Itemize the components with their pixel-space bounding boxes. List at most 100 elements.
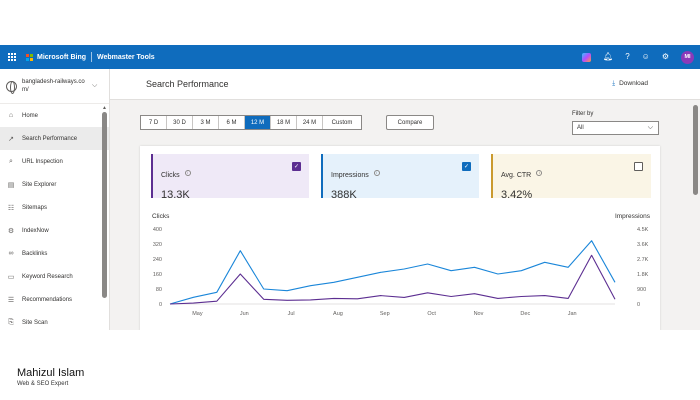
x-tick-label: Jul [288,311,295,317]
sidebar-item-label: Sitemaps [22,204,48,211]
range-button-custom[interactable]: Custom [323,116,361,129]
download-button[interactable]: ⤓ Download [612,80,648,88]
main-scrollbar[interactable] [693,105,698,195]
sidebar-item-sitemaps[interactable]: ☷ Sitemaps [0,196,109,219]
page-header: Search Performance ⤓ Download [110,69,700,100]
link-icon: ∞ [8,250,14,257]
sidebar-item-site-scan[interactable]: ⎘ Site Scan [0,311,109,330]
clicks-value: 13.3K [161,189,190,201]
copilot-icon[interactable] [582,52,592,62]
range-button-7d[interactable]: 7 D [141,116,167,129]
sidebar-item-indexnow[interactable]: ⚙ IndexNow [0,219,109,242]
clicks-checkbox[interactable]: ✓ [292,162,301,171]
impressions-checkbox[interactable]: ✓ [462,162,471,171]
product-name: Webmaster Tools [97,53,155,61]
sidebar-item-label: Site Explorer [22,181,57,188]
info-icon[interactable]: i [536,169,543,176]
sidebar-item-site-explorer[interactable]: ▤ Site Explorer [0,173,109,196]
author-role: Web & SEO Expert [17,381,69,387]
right-tick-label: 3.6K [637,242,649,248]
globe-icon [6,80,17,94]
performance-card: Clicks i 13.3K ✓ Impressions i 388K ✓ Avg.… [140,146,660,330]
range-button-30d[interactable]: 30 D [167,116,193,129]
series-line-impressions [169,240,616,305]
sidebar-scroll-thumb[interactable] [102,112,107,298]
gear-icon[interactable]: ⚙ [662,53,669,61]
sidebar-item-home[interactable]: ⌂ Home [0,104,109,127]
left-tick-label: 160 [153,272,162,278]
sidebar-item-backlinks[interactable]: ∞ Backlinks [0,242,109,265]
home-icon: ⌂ [8,112,14,119]
info-icon[interactable]: i [184,169,191,176]
keyword-icon: ▭ [7,273,15,281]
sidebar-item-label: IndexNow [22,227,49,234]
x-tick-label: Jun [240,311,249,317]
x-tick-label: Aug [333,311,343,317]
chevron-down-icon: ⌵ [92,82,98,89]
sidebar-scrollbar[interactable]: ▲ [102,105,107,298]
filter-label: Filter by [572,111,594,117]
author-name: Mahizul Islam [17,367,85,379]
search-icon: ⌕ [9,157,13,165]
microsoft-logo-icon [26,53,33,61]
right-tick-label: 4.5K [637,227,649,233]
sitemap-icon: ☷ [7,204,15,212]
site-selector[interactable]: bangladesh-railways.com/ ⌵ [0,69,109,104]
x-tick-label: Jan [568,311,577,317]
avatar[interactable]: MI [681,50,694,64]
clicks-metric-card[interactable]: Clicks i 13.3K ✓ [151,154,309,201]
sidebar-item-label: Home [22,112,39,119]
smiley-icon[interactable]: ☺ [642,53,650,61]
range-button-18m[interactable]: 18 M [271,116,297,129]
impressions-label: Impressions [331,172,369,179]
top-bar: Microsoft Bing Webmaster Tools 🔔︎ ? ☺ ⚙ … [0,45,700,69]
range-button-3m[interactable]: 3 M [193,116,219,129]
compare-button[interactable]: Compare [386,115,434,130]
sidebar-nav: ⌂ Home ↗ Search Performance ⌕ URL Inspection ▤… [0,104,109,330]
recommendations-icon: ☰ [7,296,15,304]
x-tick-label: Dec [520,311,530,317]
sidebar-item-keyword-research[interactable]: ▭ Keyword Research [0,265,109,288]
main-content: Search Performance ⤓ Download 7 D 30 D3 M6… [110,69,700,330]
site-name: bangladesh-railways.com/ [22,79,85,93]
left-tick-label: 80 [156,287,162,293]
bell-icon[interactable]: 🔔︎ [603,53,613,61]
indexnow-icon: ⚙ [7,227,15,235]
impressions-metric-card[interactable]: Impressions i 388K ✓ [321,154,479,201]
download-label: Download [619,80,648,87]
date-range-group: 7 D 30 D3 M6 M 12 M 18 M 24 M Custom [140,115,362,130]
x-tick-label: May [192,311,203,317]
filter-dropdown[interactable]: All ⌵ [572,121,659,135]
range-button-6m[interactable]: 6 M [219,116,245,129]
trend-icon: ↗ [8,135,14,143]
top-actions: 🔔︎ ? ☺ ⚙ MI [582,45,694,69]
ctr-checkbox[interactable] [634,162,643,171]
sidebar-item-label: Recommendations [22,296,73,303]
info-icon[interactable]: i [373,169,380,176]
ctr-label: Avg. CTR [501,172,532,179]
left-tick-label: 400 [153,227,162,233]
scroll-up-icon[interactable]: ▲ [102,105,107,111]
site-explorer-icon: ▤ [7,181,15,189]
right-tick-label: 2.7K [637,257,649,263]
range-button-12m[interactable]: 12 M [245,116,271,129]
right-tick-label: 0 [637,302,640,308]
left-tick-label: 0 [159,302,162,308]
right-tick-label: 1.8K [637,272,649,278]
app-launcher-icon[interactable] [8,53,16,61]
range-button-24m[interactable]: 24 M [297,116,323,129]
sidebar-item-url-inspection[interactable]: ⌕ URL Inspection [0,150,109,173]
brand-name: Microsoft Bing [37,53,86,61]
ctr-metric-card[interactable]: Avg. CTR i 3.42% [491,154,651,201]
filter-value: All [577,125,584,131]
x-tick-label: Sep [380,311,390,317]
impressions-value: 388K [331,189,357,201]
left-tick-label: 240 [153,257,162,263]
clicks-label: Clicks [161,172,180,179]
sidebar-item-search-performance[interactable]: ↗ Search Performance [0,127,109,150]
page-title: Search Performance [146,79,229,89]
ctr-value: 3.42% [501,189,533,201]
help-icon[interactable]: ? [625,53,629,61]
app-frame: Microsoft Bing Webmaster Tools 🔔︎ ? ☺ ⚙ … [0,45,700,330]
sidebar-item-recommendations[interactable]: ☰ Recommendations [0,288,109,311]
